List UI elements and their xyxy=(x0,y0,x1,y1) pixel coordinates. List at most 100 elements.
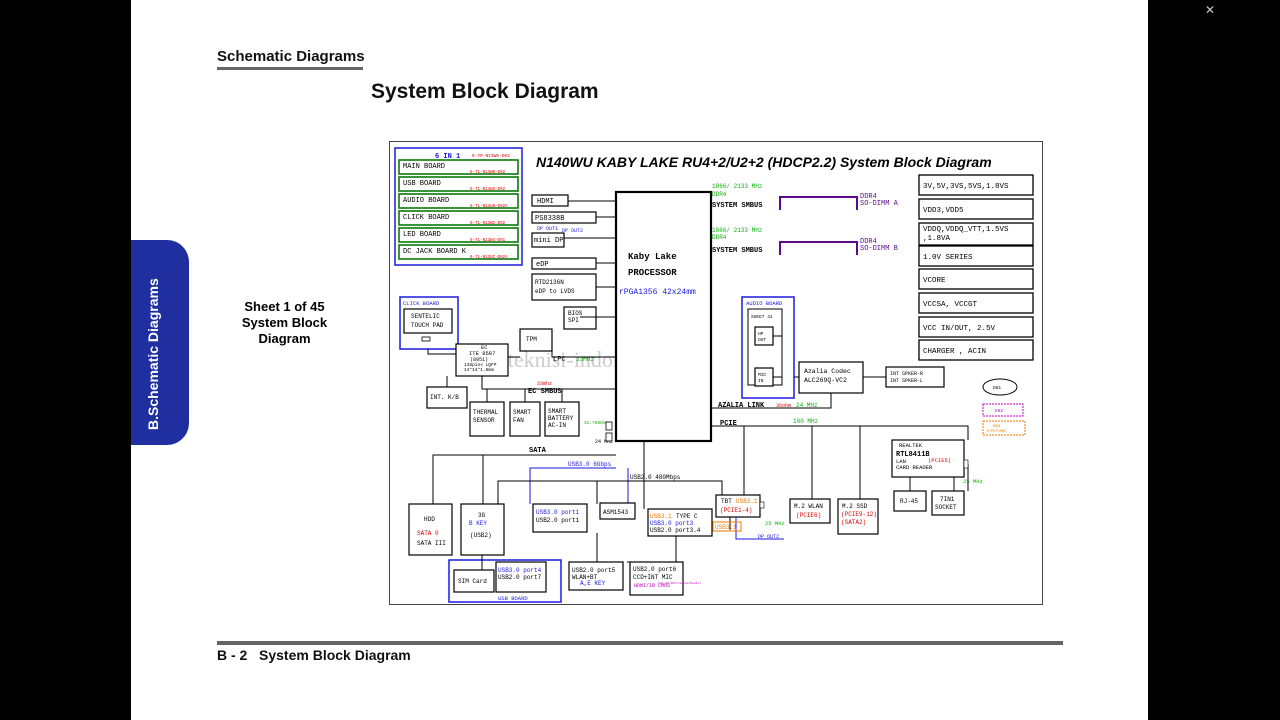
footer-page-label: System Block Diagram xyxy=(259,647,411,663)
page-footer: B - 2 System Block Diagram xyxy=(217,647,411,663)
block-diagram: .b { fill:#fff; stroke:#000; stroke-widt… xyxy=(389,141,1043,605)
sheet-info: Sheet 1 of 45 System Block Diagram xyxy=(227,299,342,347)
footer-page-number: B - 2 xyxy=(217,647,248,663)
board-item-label: CLICK BOARD xyxy=(403,214,449,222)
3g-key: B KEY xyxy=(469,520,487,527)
board-item-pn: 6-71-N13UC-D02A xyxy=(470,256,508,260)
board-item-pn: 6-71-N13W4-D01 xyxy=(470,239,506,243)
usb-board-label: USB BOARD xyxy=(498,595,528,602)
usb20-label: USB2.0 480Mbps xyxy=(630,474,681,481)
crystal-2 xyxy=(605,432,613,442)
ddr-b-smbus: SYSTEM SMBUS xyxy=(712,247,762,255)
tbt-dp-out-label: DP OUT2 xyxy=(758,534,779,540)
wlan-bt-a: USB2.0 port5 xyxy=(572,567,616,574)
so-dimm-a-slot xyxy=(779,196,858,210)
power-rail-label: VDD3,VDD5 xyxy=(923,207,964,215)
usb20-tbt-link xyxy=(644,480,723,495)
tbt-label: TBT xyxy=(721,498,732,505)
card-socket-box xyxy=(931,490,965,516)
codec-line-2: ALC269Q-VC2 xyxy=(804,377,847,384)
sata-label: SATA xyxy=(529,447,547,455)
ec-line-5: 14*14*1.6mm xyxy=(464,367,494,373)
usb20-bus xyxy=(497,441,645,509)
wlan-line-1: M.2 WLAN xyxy=(794,503,823,510)
usb-port4-a: USB3.0 port4 xyxy=(498,567,542,574)
sheet-line-3: Diagram xyxy=(258,331,311,346)
thermal-line-2: SENSOR xyxy=(473,417,495,424)
pcie-label: PCIE xyxy=(720,420,737,428)
usb-port1-a: USB3.0 port1 xyxy=(536,509,580,516)
azalia-link-note: 36ohm xyxy=(776,403,791,409)
lan-clock: 25 MHz xyxy=(963,478,983,485)
hdmi-label: HDMI xyxy=(537,198,554,206)
ddr-a-type: DDR4 xyxy=(712,191,727,198)
power-rail-label: VCC IN/OUT, 2.5V xyxy=(923,325,996,333)
footer-rule xyxy=(217,641,1063,645)
mic-line-1: MIC xyxy=(758,372,766,378)
exit-fullscreen-icon[interactable]: ✕ xyxy=(1203,3,1217,17)
ddr-a-smbus: SYSTEM SMBUS xyxy=(712,202,762,210)
wlan-line-2: (PCIE6) xyxy=(796,512,821,519)
ccd-d: ToF-30/30fs/Hu+Cw/MemFly xyxy=(658,581,701,585)
tbt-usb-label: USB3.1 xyxy=(736,498,758,505)
ddr-b-speed: 1866/ 2133 MHz xyxy=(712,227,763,234)
power-rail-label: VDDQ,VDDQ_VTT,1.5VS xyxy=(923,226,1009,234)
power-rail-label: VCORE xyxy=(923,277,946,285)
audio-sheet-label: SHEET 41 xyxy=(751,314,773,320)
sheet-line-2: System Block xyxy=(241,315,328,330)
board-item-label: DC JACK BOARD K xyxy=(403,248,467,256)
tbt-usb31-out: USB3.1 xyxy=(715,524,737,531)
so-dimm-a-label: SO-DIMM A xyxy=(860,200,899,208)
board-item-pn: 6-71-N13U8-D02A xyxy=(470,205,508,209)
debug-orange-line-2: D+PVT+MHZ xyxy=(987,430,1006,434)
3g-label: 3G xyxy=(478,512,486,519)
lan-line-1: REALTEK xyxy=(899,442,923,449)
hp-line-1: HP xyxy=(758,331,764,337)
speaker-r: INT SPKER-R xyxy=(890,371,923,377)
board-item-pn: 6-71-N13W0-D02 xyxy=(470,171,506,175)
power-rail-label: VCCSA, VCCGT xyxy=(923,301,978,309)
ps8338b-label: PS8338B xyxy=(535,215,564,223)
typec-b: TYPE C xyxy=(676,513,698,520)
typec-d: USB2.0 port3.4 xyxy=(650,527,701,534)
asm1543-label: ASM1543 xyxy=(603,509,629,516)
page-title: System Block Diagram xyxy=(371,80,599,103)
tbt-clock: 25 MHz xyxy=(765,520,785,527)
fan-line-2: FAN xyxy=(513,417,524,424)
crystal-1 xyxy=(605,421,613,431)
lan-crystal xyxy=(963,459,969,469)
speaker-l: INT SPKER-L xyxy=(890,378,923,384)
board-list-heading-pn: 6-7P-N13W6-D02 xyxy=(472,153,510,159)
board-item-label: LED BOARD xyxy=(403,231,441,239)
rj45-label: RJ-45 xyxy=(900,498,918,505)
usb30-bus xyxy=(529,467,629,504)
sheet-line-1: Sheet 1 of 45 xyxy=(244,299,325,314)
thermal-line-1: THERMAL xyxy=(473,409,499,416)
azalia-link-speed: 24 MHz xyxy=(796,402,818,409)
socket-line-1: 7IN1 xyxy=(940,496,955,503)
audio-board-label: AUDIO BOARD xyxy=(746,300,783,307)
clock-32k: 32.768KHz xyxy=(584,420,609,426)
sim-card-label: SIM Card xyxy=(458,578,487,585)
rtd2136n-desc: eDP to LVDS xyxy=(535,288,575,295)
pcie-speed: 100 MHz xyxy=(793,418,819,425)
tbt-pcie-label: (PCIE1-4) xyxy=(720,507,752,514)
click-board-label: CLICK BOARD xyxy=(403,300,440,307)
board-item-label: MAIN BOARD xyxy=(403,163,445,171)
cpu-line-1: Kaby Lake xyxy=(628,252,677,262)
battery-line-1: SMART xyxy=(548,408,566,415)
so-dimm-b-label: SO-DIMM B xyxy=(860,245,898,253)
bios-line-1: BIOS xyxy=(568,310,583,317)
touchpad-line-1: SENTELIC xyxy=(411,313,440,320)
so-dimm-b-slot xyxy=(779,241,858,255)
rtd2136n-box xyxy=(531,273,597,301)
mic-line-2: IN xyxy=(758,378,764,384)
lan-line-4: (PCIE5) xyxy=(928,457,951,464)
board-item-pn: 6-71-N13W3-D02 xyxy=(470,188,506,192)
power-rail-label: ,1.8VA xyxy=(923,235,951,243)
keyboard-label: INT. K/B xyxy=(430,394,459,401)
rtd2136n-label: RTD2136N xyxy=(535,279,564,286)
power-rail-label: 1.0V SERIES xyxy=(923,254,973,262)
ec-smbus-speed: 33mhz xyxy=(537,381,552,387)
dp-out2-top-label: DP OUT2 xyxy=(562,228,583,234)
